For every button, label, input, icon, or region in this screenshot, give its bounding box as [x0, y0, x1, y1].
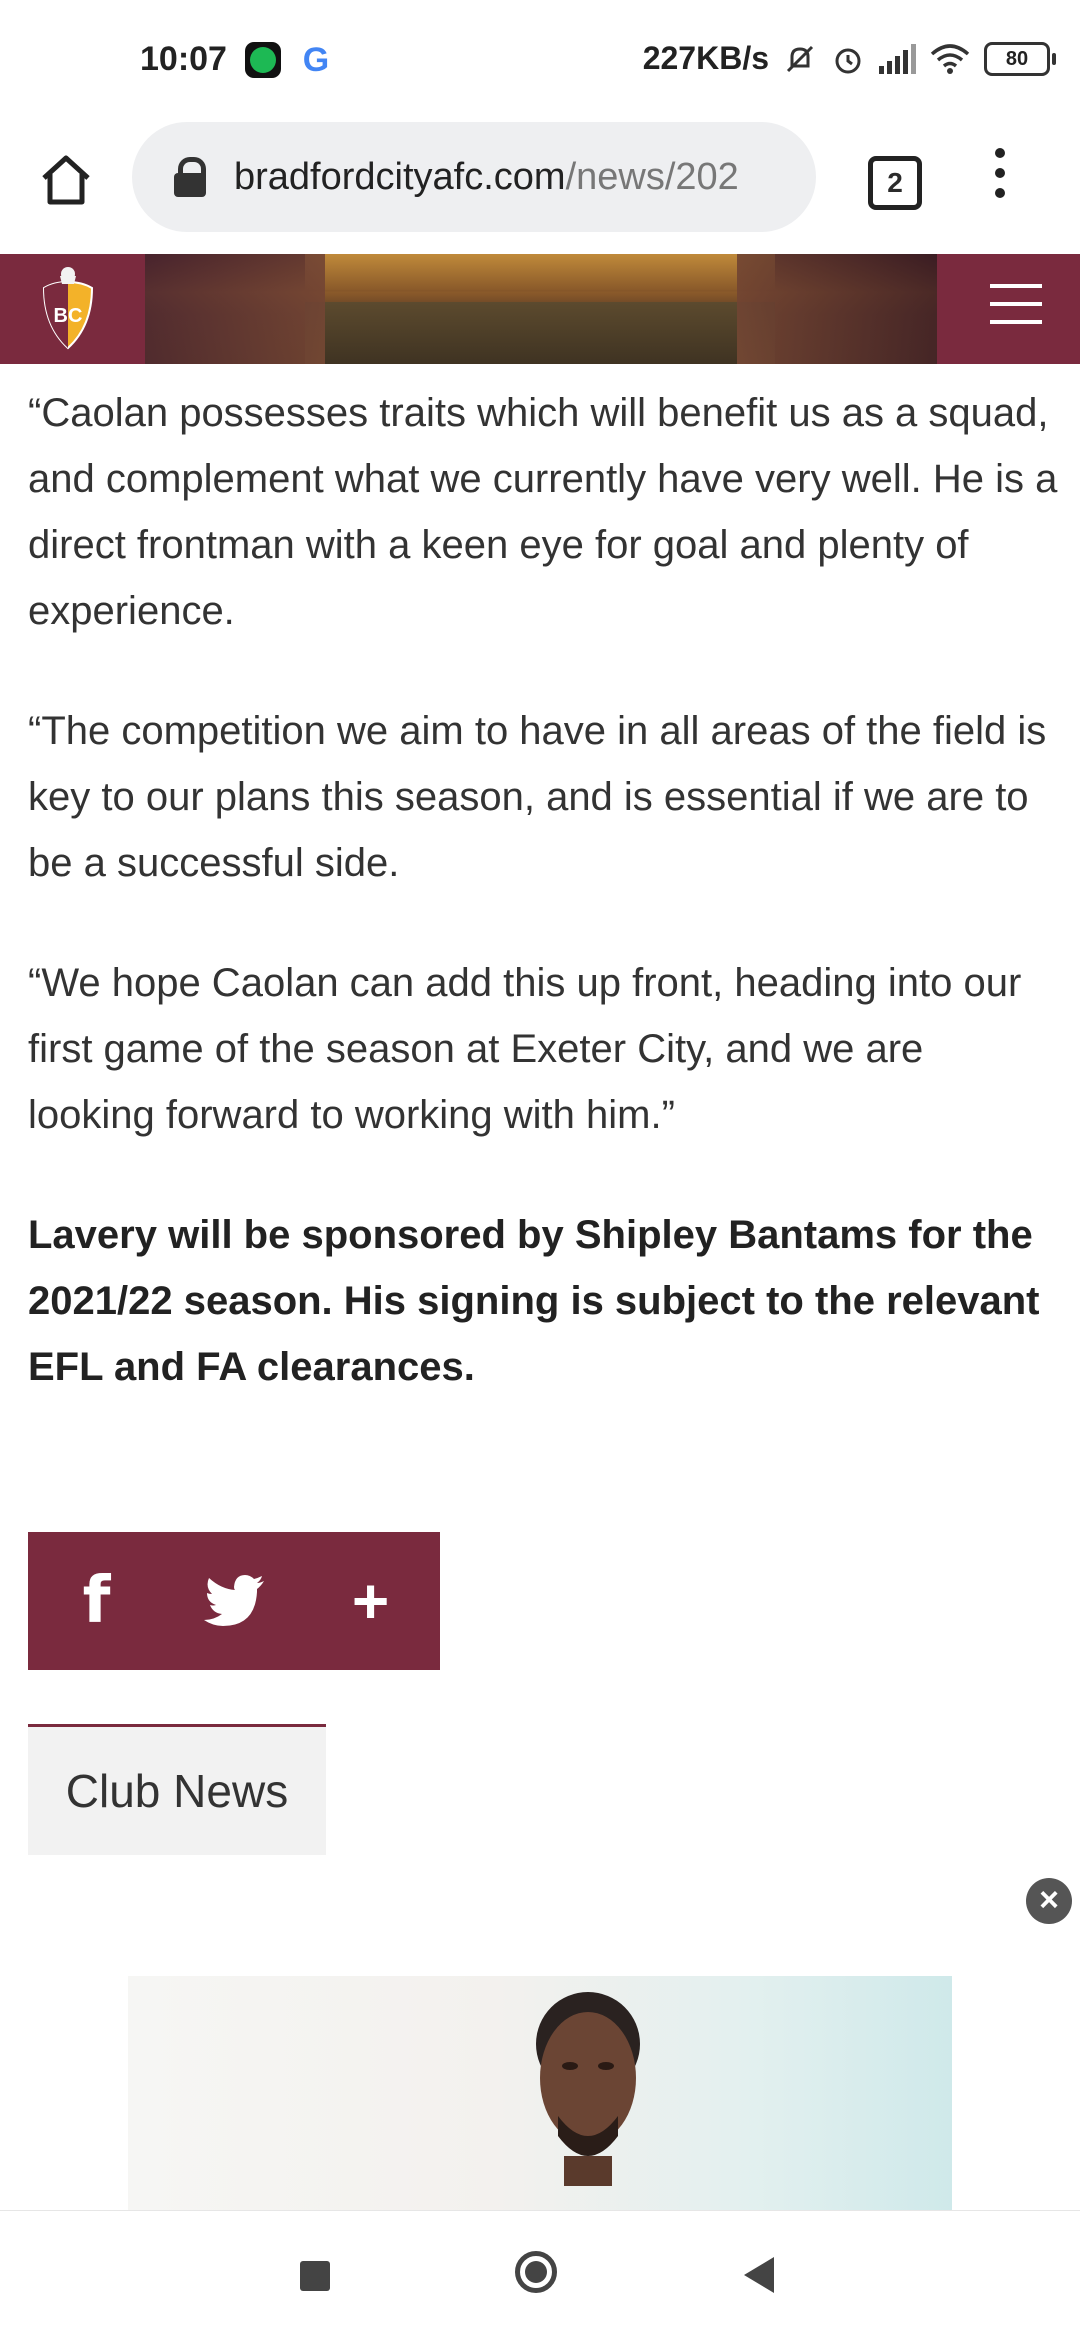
twitter-bird-icon	[203, 1575, 264, 1626]
article-paragraph: “Caolan possesses traits which will bene…	[28, 391, 1058, 633]
twitter-share-icon[interactable]	[165, 1532, 302, 1670]
home-circle-icon[interactable]	[515, 2251, 557, 2293]
article-bold-paragraph: Lavery will be sponsored by Shipley Bant…	[28, 1213, 1040, 1389]
mute-icon	[786, 45, 814, 72]
more-share-plus-icon[interactable]: +	[302, 1532, 439, 1670]
spotify-icon	[245, 42, 281, 78]
url-path: /news/202	[565, 155, 739, 198]
advertisement-image[interactable]	[128, 1976, 952, 2210]
back-triangle-icon[interactable]	[744, 2257, 774, 2293]
system-navigation-bar	[0, 2210, 1080, 2341]
svg-text:BC: BC	[54, 305, 83, 327]
ad-close-icon[interactable]: ×	[1026, 1878, 1072, 1924]
alarm-icon	[835, 48, 861, 73]
site-header: BC	[0, 254, 1080, 364]
signal-icon	[879, 43, 916, 74]
tab-switcher-button[interactable]: 2	[868, 156, 922, 210]
recent-apps-icon[interactable]	[300, 2261, 330, 2291]
share-bar: f +	[28, 1532, 440, 1670]
player-photo	[536, 1992, 640, 2186]
article-paragraph: “The competition we aim to have in all a…	[28, 709, 1047, 885]
status-bar: 10:07 G 227KB/s 80	[0, 0, 1080, 118]
facebook-share-icon[interactable]: f	[28, 1532, 165, 1670]
stadium-banner-image	[145, 254, 937, 364]
battery-icon: 80	[984, 41, 1056, 76]
club-crest-logo[interactable]: BC	[30, 264, 106, 354]
google-icon: G	[302, 41, 330, 79]
url-bar[interactable]: bradfordcityafc.com/news/202	[132, 122, 816, 232]
status-time: 10:07	[140, 40, 227, 78]
hamburger-menu-icon[interactable]	[990, 284, 1042, 332]
status-indicators: 227KB/s 80	[642, 40, 1056, 77]
url-host: bradfordcityafc.com	[234, 155, 566, 198]
lock-icon	[172, 157, 206, 197]
category-tag-club-news[interactable]: Club News	[28, 1724, 326, 1855]
overflow-menu-icon[interactable]	[990, 148, 1010, 208]
wifi-icon	[930, 43, 970, 74]
url-text[interactable]: bradfordcityafc.com/news/202	[234, 156, 739, 199]
home-icon[interactable]	[36, 150, 96, 210]
article-paragraph: “We hope Caolan can add this up front, h…	[28, 961, 1022, 1137]
browser-toolbar: bradfordcityafc.com/news/202 2	[0, 118, 1080, 254]
network-speed: 227KB/s	[642, 40, 769, 76]
article-body: “Caolan possesses traits which will bene…	[28, 380, 1058, 1454]
